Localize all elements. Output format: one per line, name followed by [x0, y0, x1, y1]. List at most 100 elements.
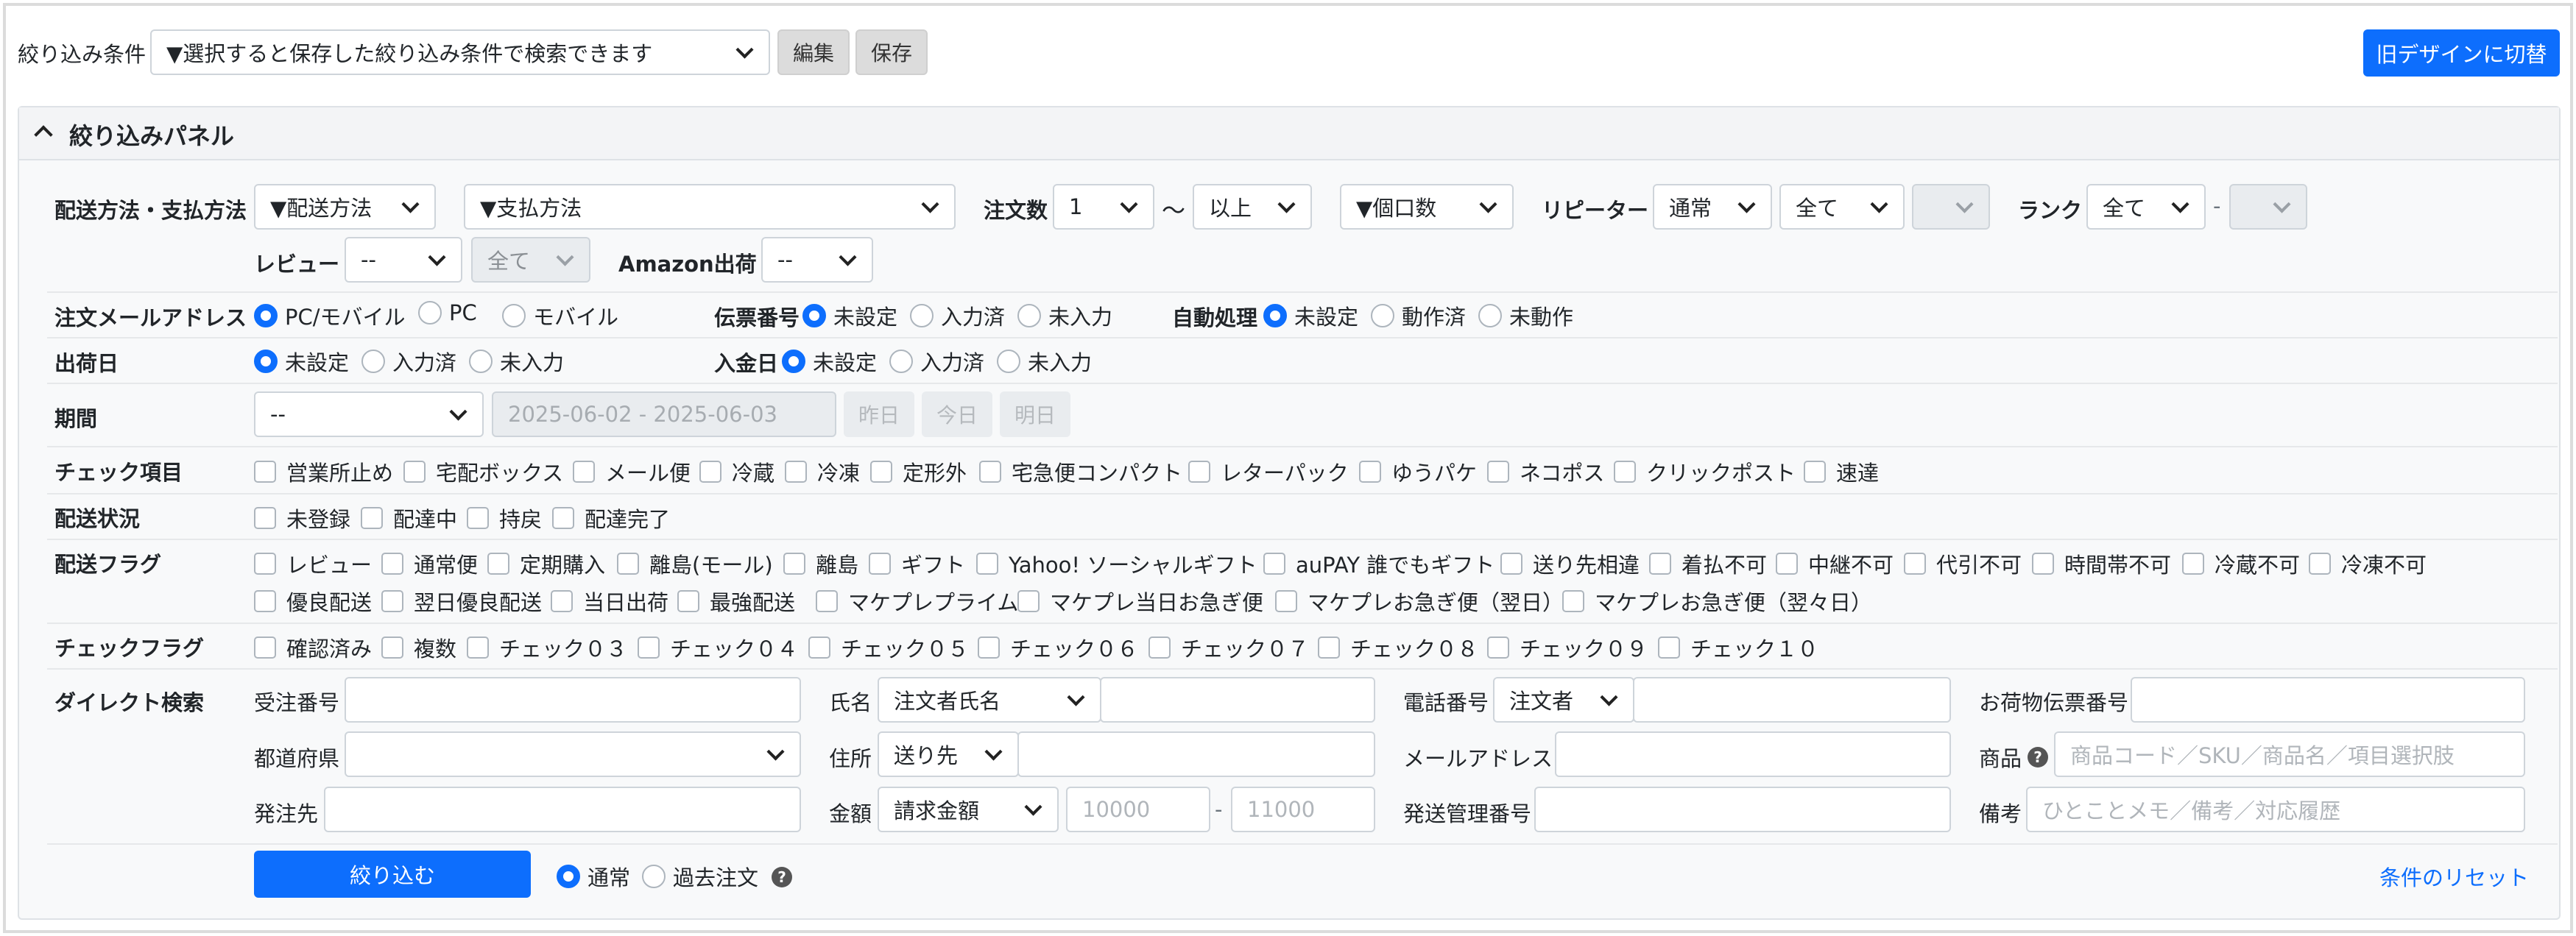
delivery-flag[interactable]: 当日出荷	[551, 586, 668, 617]
ship-date-not-entered-radio[interactable]: 未入力	[469, 346, 564, 377]
scope-past-radio[interactable]: 過去注文	[642, 861, 758, 892]
check-item[interactable]: メール便	[573, 456, 691, 487]
check-flag[interactable]: チェック０８	[1318, 632, 1478, 663]
period-select[interactable]: --	[254, 391, 484, 437]
check-item[interactable]: 宅配ボックス	[403, 456, 563, 487]
help-icon[interactable]: ?	[772, 867, 792, 887]
check-item[interactable]: 冷蔵	[699, 456, 774, 487]
check-item[interactable]: 速達	[1804, 456, 1879, 487]
check-item[interactable]: 営業所止め	[254, 456, 393, 487]
delivery-flag[interactable]: マケプレお急ぎ便（翌日）	[1275, 586, 1564, 617]
amazon-ship-select[interactable]: --	[761, 237, 873, 283]
delivery-flag[interactable]: 離島	[783, 548, 858, 579]
check-flag[interactable]: チェック０６	[978, 632, 1138, 663]
email-input[interactable]	[1555, 731, 1951, 777]
order-qty-select[interactable]: 1	[1053, 184, 1154, 230]
delivery-flag[interactable]: マケプレ当日お急ぎ便	[1017, 586, 1263, 617]
prefecture-select[interactable]	[345, 731, 801, 777]
phone-input[interactable]	[1633, 677, 1951, 723]
repeater-type-select[interactable]: 通常	[1653, 184, 1772, 230]
delivery-status-item[interactable]: 未登録	[254, 503, 350, 533]
name-type-select[interactable]: 注文者氏名	[878, 677, 1101, 723]
repeater-count-select[interactable]	[1912, 184, 1990, 230]
product-input[interactable]: 商品コード／SKU／商品名／項目選択肢	[2054, 731, 2525, 777]
delivery-flag[interactable]: マケプレプライム	[816, 586, 1018, 617]
delivery-flag[interactable]: 最強配送	[677, 586, 795, 617]
check-item[interactable]: 定形外	[870, 456, 967, 487]
scope-normal-radio[interactable]: 通常	[557, 861, 630, 892]
payment-method-select[interactable]: ▼支払方法	[464, 184, 956, 230]
panel-header[interactable]	[19, 107, 2559, 160]
ship-mgmt-input[interactable]	[1534, 787, 1951, 832]
slip-not-entered-radio[interactable]: 未入力	[1017, 300, 1112, 331]
parcel-slip-input[interactable]	[2131, 677, 2525, 723]
ship-date-unset-radio[interactable]: 未設定	[254, 346, 349, 377]
amount-min-input[interactable]: 10000	[1066, 787, 1210, 832]
repeater-scope-select[interactable]: 全て	[1779, 184, 1905, 230]
slip-unset-radio[interactable]: 未設定	[802, 300, 897, 331]
address-type-select[interactable]: 送り先	[878, 731, 1019, 777]
delivery-flag[interactable]: マケプレお急ぎ便（翌々日）	[1562, 586, 1872, 617]
delivery-flag[interactable]: 時間帯不可	[2032, 548, 2171, 579]
filter-submit-button[interactable]: 絞り込む	[254, 851, 531, 898]
review-select[interactable]: --	[345, 237, 462, 283]
check-flag[interactable]: 複数	[381, 632, 456, 663]
order-email-pc-radio[interactable]: PC	[418, 300, 477, 325]
yesterday-button[interactable]: 昨日	[844, 391, 914, 437]
reset-link[interactable]: 条件のリセット	[2379, 861, 2529, 892]
memo-input[interactable]: ひとことメモ／備考／対応履歴	[2026, 787, 2525, 832]
delivery-flag[interactable]: auPAY 誰でもギフト	[1263, 548, 1495, 579]
delivery-status-item[interactable]: 配達中	[361, 503, 457, 533]
delivery-flag[interactable]: レビュー	[254, 548, 372, 579]
payment-date-not-entered-radio[interactable]: 未入力	[997, 346, 1092, 377]
phone-type-select[interactable]: 注文者	[1493, 677, 1634, 723]
check-flag[interactable]: チェック０４	[638, 632, 798, 663]
rank-to-select[interactable]	[2229, 184, 2307, 230]
delivery-flag[interactable]: Yahoo! ソーシャルギフト	[976, 548, 1257, 579]
delivery-flag[interactable]: 定期購入	[487, 548, 605, 579]
auto-done-radio[interactable]: 動作済	[1371, 300, 1466, 331]
amount-max-input[interactable]: 11000	[1231, 787, 1375, 832]
check-item[interactable]: 冷凍	[785, 456, 860, 487]
edit-button[interactable]: 編集	[777, 29, 850, 75]
delivery-flag[interactable]: ギフト	[869, 548, 965, 579]
delivery-flag[interactable]: 優良配送	[254, 586, 372, 617]
delivery-flag[interactable]: 代引不可	[1904, 548, 2022, 579]
review-scope-select[interactable]: 全て	[471, 237, 590, 283]
delivery-flag[interactable]: 送り先相違	[1500, 548, 1640, 579]
check-item[interactable]: ゆうパケ	[1359, 456, 1477, 487]
saved-filter-select[interactable]: ▼選択すると保存した絞り込み条件で検索できます	[150, 29, 770, 75]
delivery-flag[interactable]: 中継不可	[1776, 548, 1894, 579]
shipping-method-select[interactable]: ▼配送方法	[254, 184, 436, 230]
help-icon[interactable]: ?	[2028, 747, 2049, 767]
today-button[interactable]: 今日	[922, 391, 992, 437]
delivery-status-item[interactable]: 配達完了	[552, 503, 670, 533]
check-item[interactable]: クリックポスト	[1614, 456, 1796, 487]
order-email-mobile-radio[interactable]: モバイル	[502, 300, 618, 331]
delivery-status-item[interactable]: 持戻	[467, 503, 542, 533]
auto-unset-radio[interactable]: 未設定	[1263, 300, 1358, 331]
check-flag[interactable]: 確認済み	[254, 632, 372, 663]
tomorrow-button[interactable]: 明日	[1000, 391, 1070, 437]
check-flag[interactable]: チェック０５	[808, 632, 969, 663]
check-item[interactable]: ネコポス	[1487, 456, 1604, 487]
delivery-flag[interactable]: 離島(モール)	[617, 548, 773, 579]
scope-help[interactable]: ?	[772, 862, 792, 887]
check-flag[interactable]: チェック０３	[467, 632, 627, 663]
amount-type-select[interactable]: 請求金額	[878, 787, 1059, 832]
payment-date-unset-radio[interactable]: 未設定	[782, 346, 877, 377]
name-input[interactable]	[1100, 677, 1375, 723]
date-range-input[interactable]: 2025-06-02 - 2025-06-03	[492, 391, 836, 437]
auto-not-done-radio[interactable]: 未動作	[1478, 300, 1573, 331]
check-item[interactable]: レターパック	[1188, 456, 1349, 487]
check-item[interactable]: 宅急便コンパクト	[979, 456, 1182, 487]
old-design-button[interactable]: 旧デザインに切替	[2363, 29, 2560, 77]
delivery-flag[interactable]: 通常便	[381, 548, 478, 579]
save-button[interactable]: 保存	[855, 29, 928, 75]
payment-date-entered-radio[interactable]: 入力済	[889, 346, 984, 377]
delivery-flag[interactable]: 冷凍不可	[2309, 548, 2427, 579]
delivery-flag[interactable]: 翌日優良配送	[381, 586, 542, 617]
delivery-flag[interactable]: 冷蔵不可	[2182, 548, 2300, 579]
vendor-input[interactable]	[324, 787, 801, 832]
check-flag[interactable]: チェック１０	[1658, 632, 1818, 663]
